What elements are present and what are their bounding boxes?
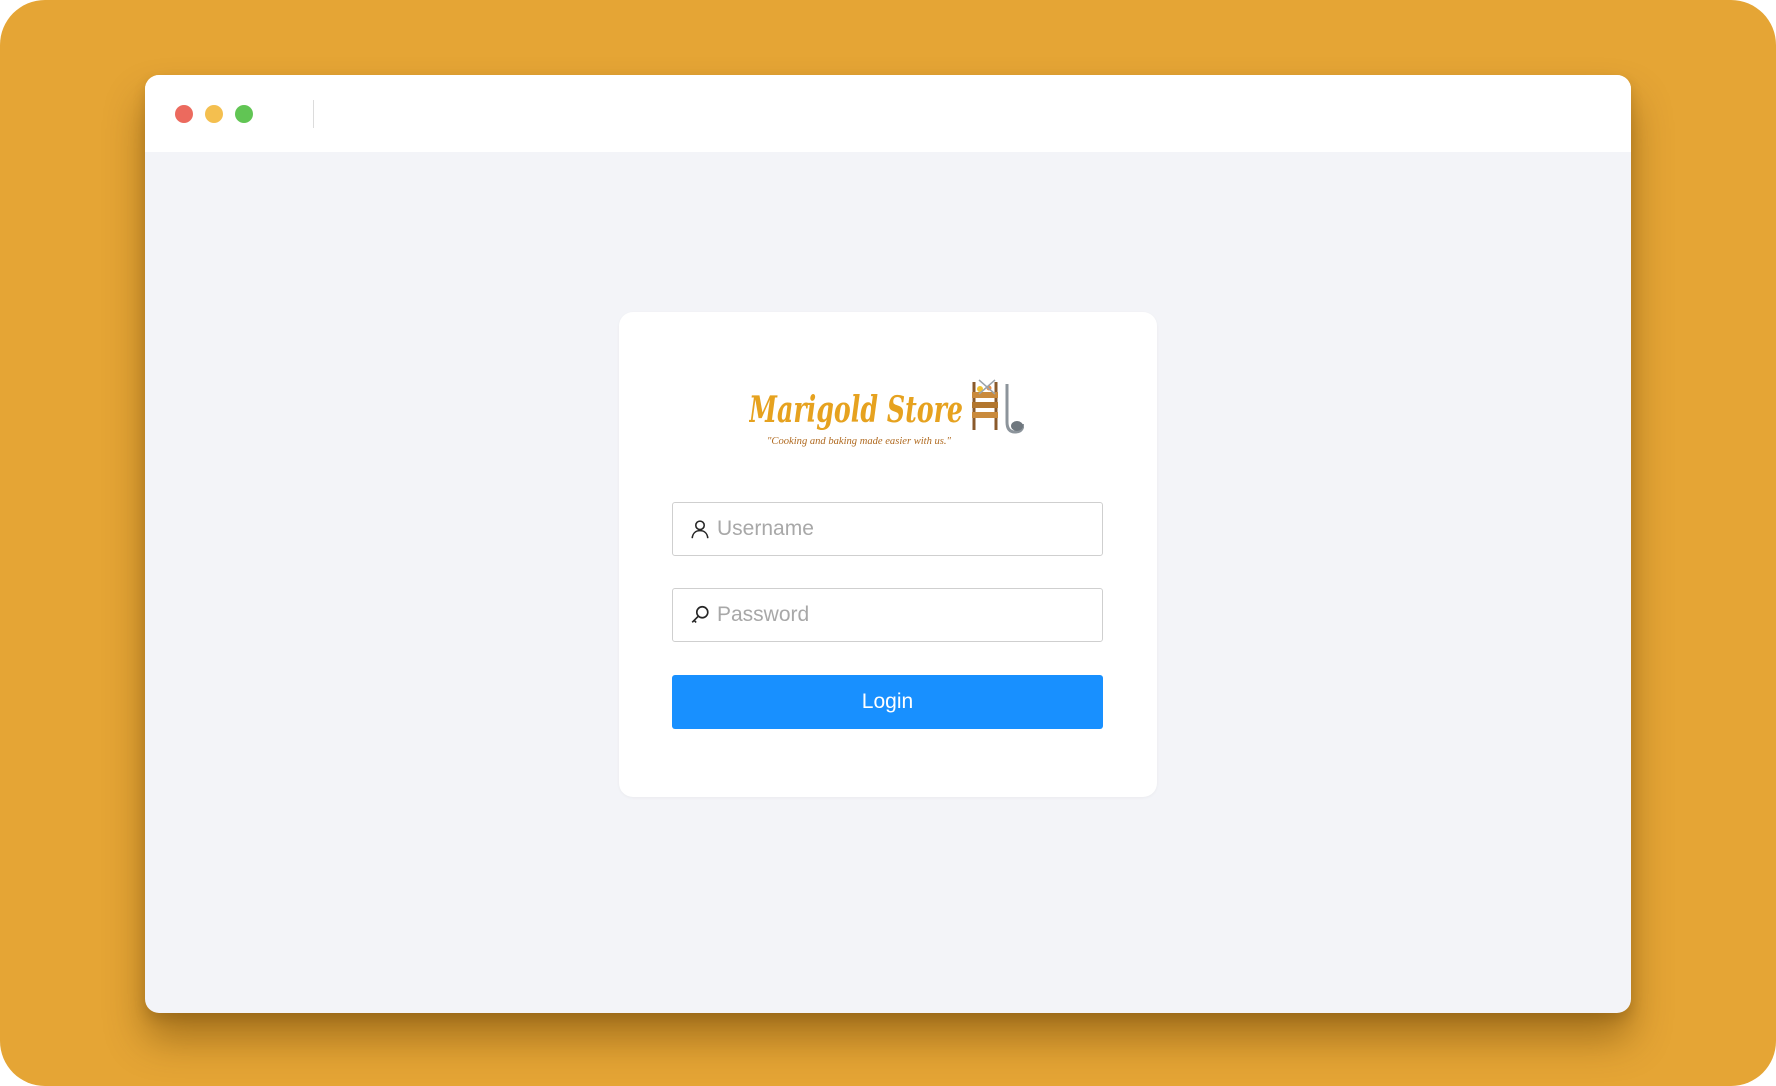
- backdrop: Marigold Store "Cooking and baking made …: [0, 0, 1776, 1086]
- username-input[interactable]: [717, 504, 1087, 554]
- minimize-window-button[interactable]: [205, 105, 223, 123]
- browser-window: Marigold Store "Cooking and baking made …: [145, 75, 1631, 1013]
- title-bar: [145, 75, 1631, 152]
- close-window-button[interactable]: [175, 105, 193, 123]
- kitchen-utensils-icon: [972, 379, 1024, 434]
- password-field[interactable]: [672, 588, 1103, 642]
- user-icon: [691, 520, 709, 539]
- marigold-store-logo: Marigold Store "Cooking and baking made …: [749, 379, 1024, 447]
- login-card: Marigold Store "Cooking and baking made …: [619, 312, 1157, 797]
- password-input[interactable]: [717, 590, 1087, 640]
- login-button[interactable]: Login: [672, 675, 1103, 729]
- title-bar-divider: [313, 100, 314, 128]
- username-field[interactable]: [672, 502, 1103, 556]
- key-icon: [691, 605, 709, 624]
- maximize-window-button[interactable]: [235, 105, 253, 123]
- logo-title: Marigold Store: [749, 389, 963, 431]
- logo-tagline: "Cooking and baking made easier with us.…: [767, 436, 952, 447]
